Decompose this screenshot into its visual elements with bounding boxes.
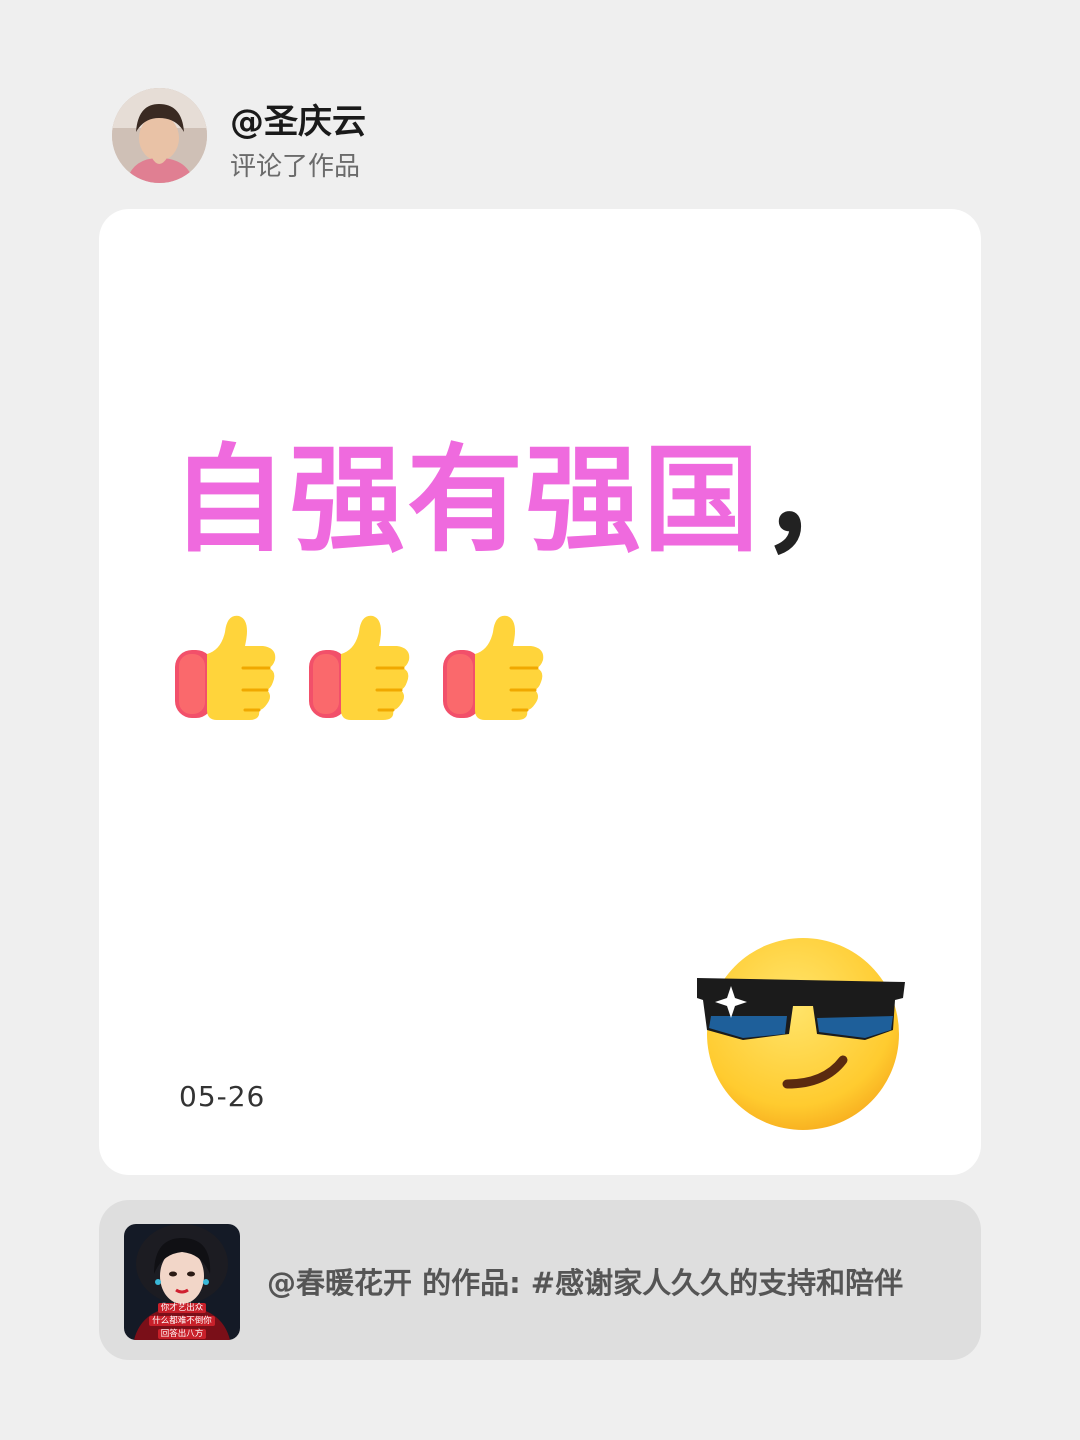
- comment-text-punct: ，: [761, 433, 879, 568]
- work-reference-card[interactable]: 你才艺出众 什么都难不倒你 回答出八方 @春暖花开 的作品: #感谢家人久久的支…: [99, 1200, 981, 1360]
- work-title[interactable]: @春暖花开 的作品: #感谢家人久久的支持和陪伴: [267, 1263, 903, 1303]
- notification-action: 评论了作品: [230, 152, 361, 182]
- work-thumbnail-caption: 回答出八方: [124, 1328, 240, 1340]
- work-thumbnail-caption: 什么都难不倒你: [124, 1315, 240, 1327]
- comment-date: 05-26: [179, 1080, 266, 1113]
- comment-card[interactable]: 自强有强国， 05-26: [99, 209, 981, 1175]
- cool-sunglasses-emoji-icon: [697, 938, 905, 1130]
- comment-text: 自强有强国，: [171, 431, 879, 571]
- commenter-name[interactable]: @圣庆云: [230, 98, 366, 146]
- work-thumbnail-caption: 你才艺出众: [124, 1302, 240, 1314]
- emoji-row: [169, 604, 549, 724]
- work-thumbnail[interactable]: 你才艺出众 什么都难不倒你 回答出八方: [124, 1224, 240, 1340]
- thumbs-up-icon: [443, 615, 544, 720]
- thumbs-up-icon: [309, 615, 410, 720]
- notification-page: @圣庆云 评论了作品 自强有强国， 05-26 你才艺出众 什么都难不倒你 回答…: [0, 0, 1080, 1440]
- comment-text-main: 自强有强国: [171, 433, 761, 568]
- commenter-avatar[interactable]: [112, 88, 207, 183]
- thumbs-up-icon: [175, 615, 276, 720]
